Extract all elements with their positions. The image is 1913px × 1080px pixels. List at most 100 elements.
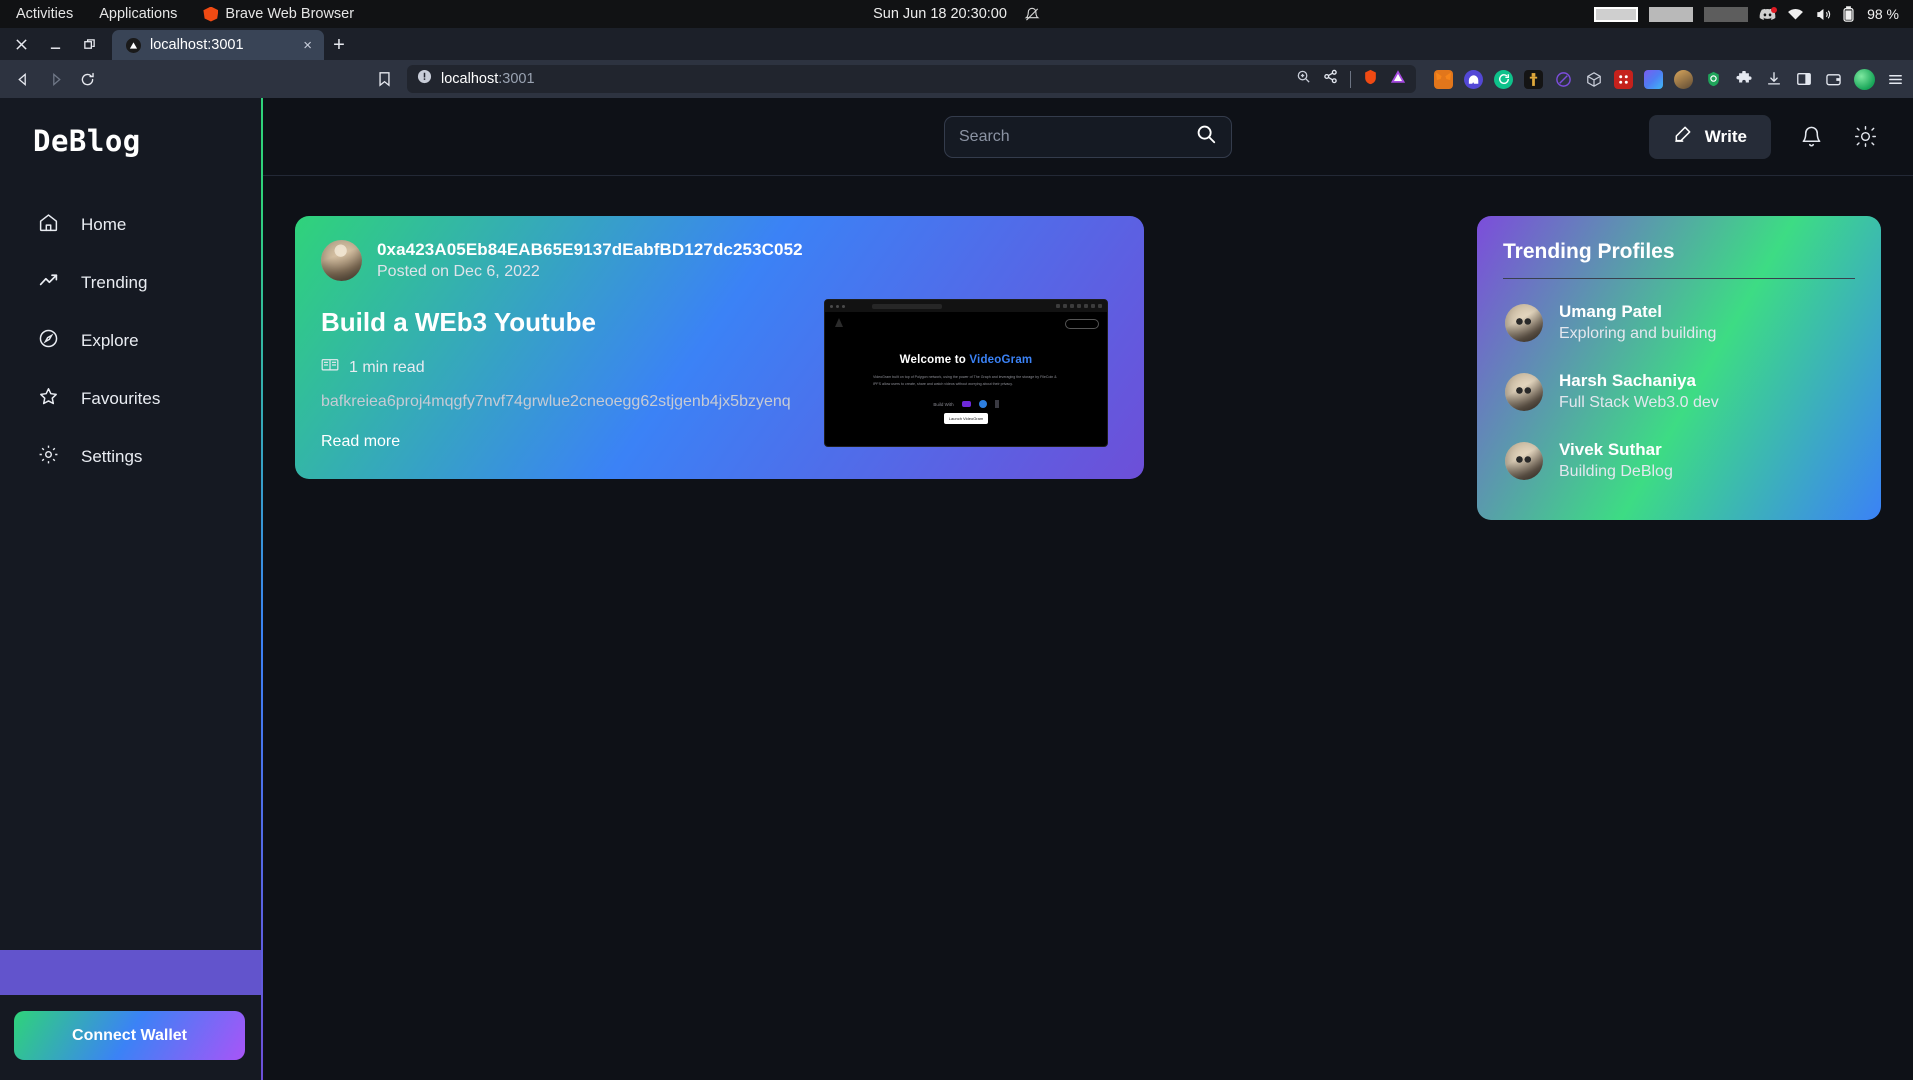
filecoin-icon <box>994 400 999 408</box>
sidebar-item-label: Home <box>81 215 127 234</box>
trending-profile-row[interactable]: Harsh Sachaniya Full Stack Web3.0 dev <box>1503 354 1855 423</box>
share-icon[interactable] <box>1323 69 1338 89</box>
applications-label: Applications <box>99 6 178 22</box>
wallet-icon[interactable] <box>1824 70 1843 89</box>
new-tab-button[interactable]: + <box>324 30 354 60</box>
compass-icon <box>38 328 59 354</box>
gear-icon <box>38 444 59 470</box>
battery-percent-label: 98 % <box>1867 6 1899 22</box>
thumbnail-headline-plain: Welcome to <box>899 354 970 366</box>
notifications-button[interactable] <box>1797 123 1825 151</box>
active-app-label: Brave Web Browser <box>225 6 355 22</box>
sidebar-item-settings[interactable]: Settings <box>0 428 263 486</box>
browser-tab-localhost[interactable]: localhost:3001 × <box>112 30 324 60</box>
trending-profile-row[interactable]: Umang Patel Exploring and building <box>1503 285 1855 354</box>
activities-button[interactable]: Activities <box>16 6 73 22</box>
cube-icon[interactable] <box>1584 70 1603 89</box>
active-app-indicator[interactable]: Brave Web Browser <box>203 6 354 22</box>
search-box[interactable] <box>944 115 1232 158</box>
sidebar-item-label: Favourites <box>81 389 161 408</box>
clock-area[interactable]: Sun Jun 18 20:30:00 <box>873 6 1040 22</box>
profile-avatar <box>1505 303 1543 342</box>
sidebar-nav: Home Trending Explore Favourites Setting… <box>0 196 263 486</box>
thumbnail-paragraph: VideoGram built on top of Polygon networ… <box>873 375 1057 386</box>
battery-icon[interactable] <box>1843 6 1854 22</box>
browser-tab-strip: localhost:3001 × + <box>0 28 1913 60</box>
sidebar-icon[interactable] <box>1794 70 1813 89</box>
green-circle-icon[interactable] <box>1494 69 1513 89</box>
tab-title: localhost:3001 <box>150 37 244 53</box>
reload-icon[interactable] <box>72 64 102 94</box>
info-circle-icon[interactable] <box>417 69 432 89</box>
profile-avatar <box>1505 441 1543 480</box>
theme-toggle-button[interactable] <box>1851 123 1879 151</box>
brave-shield-icon[interactable] <box>1363 69 1378 90</box>
download-icon[interactable] <box>1764 70 1783 89</box>
extensions-row <box>1424 68 1905 90</box>
sidebar-item-explore[interactable]: Explore <box>0 312 263 370</box>
keplr-icon[interactable] <box>1524 69 1543 89</box>
profile-circle-icon[interactable] <box>1854 68 1875 90</box>
web-page: DeBlog Home Trending Explore Favourites … <box>0 98 1913 1080</box>
zoom-in-icon[interactable] <box>1296 69 1311 89</box>
green-shield-icon[interactable] <box>1704 70 1723 89</box>
workspace-indicator-2[interactable] <box>1649 6 1694 22</box>
home-icon <box>38 212 59 238</box>
volume-icon[interactable] <box>1815 7 1832 22</box>
purple-ring-icon[interactable] <box>1554 70 1573 89</box>
sidebar-item-trending[interactable]: Trending <box>0 254 263 312</box>
workspace-indicator-1[interactable] <box>1594 6 1639 22</box>
metamask-icon[interactable] <box>1434 69 1453 89</box>
wifi-icon[interactable] <box>1787 8 1804 21</box>
applications-menu[interactable]: Applications <box>99 6 177 22</box>
brave-lion-icon <box>203 6 219 22</box>
divider <box>1503 278 1855 279</box>
brand-logo[interactable]: DeBlog <box>0 98 263 158</box>
phantom-icon[interactable] <box>1464 69 1483 89</box>
author-avatar <box>321 240 362 281</box>
polygon-icon <box>961 401 971 407</box>
post-thumbnail[interactable]: Welcome to VideoGram VideoGram built on … <box>824 299 1108 447</box>
tab-close-icon[interactable]: × <box>300 37 315 54</box>
post-author-address[interactable]: 0xa423A05Eb84EAB65E9137dEabfBD127dc253C0… <box>377 240 803 260</box>
graph-icon <box>978 400 987 408</box>
profile-name: Vivek Suthar <box>1559 440 1662 459</box>
back-icon[interactable] <box>8 64 38 94</box>
address-bar[interactable]: localhost:3001 <box>407 65 1416 93</box>
window-restore-button[interactable] <box>72 28 106 60</box>
right-rail: Trending Profiles Umang Patel Exploring … <box>1477 216 1913 1080</box>
gradient-square-icon[interactable] <box>1644 69 1663 89</box>
trending-profile-row[interactable]: Vivek Suthar Building DeBlog <box>1503 423 1855 492</box>
sidebar-item-home[interactable]: Home <box>0 196 263 254</box>
window-minimize-button[interactable] <box>38 28 72 60</box>
write-button[interactable]: Write <box>1648 114 1771 159</box>
profile-bio: Exploring and building <box>1559 325 1717 342</box>
star-icon <box>38 386 59 412</box>
url-host: localhost <box>441 71 499 87</box>
sidebar-item-favourites[interactable]: Favourites <box>0 370 263 428</box>
connect-wallet-button[interactable]: Connect Wallet <box>14 1011 245 1060</box>
workspace-indicator-3[interactable] <box>1704 6 1749 22</box>
system-tray[interactable]: 98 % <box>1594 0 1899 28</box>
window-close-button[interactable] <box>4 28 38 60</box>
menu-icon[interactable] <box>1886 70 1905 89</box>
bookmark-icon[interactable] <box>369 64 399 94</box>
red-grid-icon[interactable] <box>1614 69 1633 89</box>
discord-icon[interactable] <box>1759 6 1778 21</box>
url-text: localhost:3001 <box>441 71 535 87</box>
thumbnail-launch-button: Launch VideoGram <box>944 413 988 424</box>
profile-name: Harsh Sachaniya <box>1559 371 1697 390</box>
bell-muted-icon[interactable] <box>1024 7 1040 22</box>
forward-icon[interactable] <box>40 64 70 94</box>
avatar-icon[interactable] <box>1674 69 1693 89</box>
clock-label: Sun Jun 18 20:30:00 <box>873 6 1007 22</box>
trending-up-icon <box>38 270 59 296</box>
post-card[interactable]: 0xa423A05Eb84EAB65E9137dEabfBD127dc253C0… <box>295 216 1144 479</box>
search-input[interactable] <box>959 127 1195 146</box>
write-label: Write <box>1704 126 1747 146</box>
brave-rewards-icon[interactable] <box>1390 69 1406 89</box>
puzzle-icon[interactable] <box>1734 70 1753 89</box>
app-header: Write <box>263 98 1913 176</box>
search-icon[interactable] <box>1195 123 1217 150</box>
